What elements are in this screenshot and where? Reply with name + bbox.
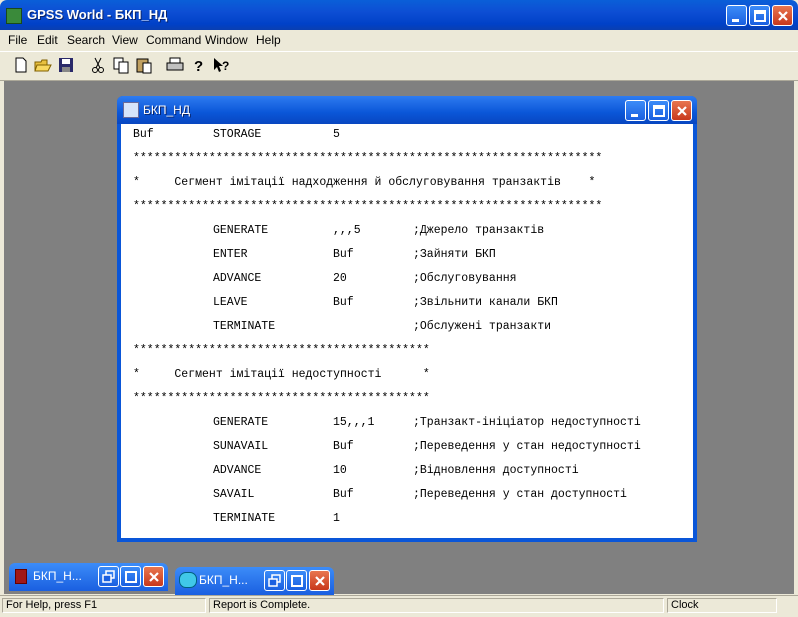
- code-operand: 5: [333, 128, 340, 141]
- minimize-button[interactable]: [726, 5, 747, 26]
- code-comment: ;Джерело транзактів: [413, 224, 545, 237]
- menu-command[interactable]: Command: [146, 33, 201, 47]
- code-operation: SUNAVAIL: [213, 440, 269, 453]
- paste-icon[interactable]: [134, 55, 154, 75]
- app-title-bar: GPSS World - БКП_НД: [0, 0, 798, 30]
- menu-edit[interactable]: Edit: [37, 33, 58, 47]
- code-comment: ;Обслуговування: [413, 272, 517, 285]
- simulation-icon: [179, 572, 197, 588]
- code-comment: ;Обслужені транзакти: [413, 320, 552, 333]
- code-operation: ADVANCE: [213, 464, 262, 477]
- code-comment: ;Переведення у стан доступності: [413, 488, 627, 501]
- context-help-icon[interactable]: ?: [211, 55, 231, 75]
- save-icon[interactable]: [56, 55, 76, 75]
- code-operation: TERMINATE: [213, 320, 276, 333]
- help-icon[interactable]: ?: [188, 55, 208, 75]
- model-window-title-bar: БКП_НД: [117, 96, 697, 124]
- code-operand: 20: [333, 272, 347, 285]
- child-close-button[interactable]: [671, 100, 692, 121]
- model-window[interactable]: БКП_НД Buf STORAGE 5 **********************…: [117, 96, 697, 542]
- menu-help[interactable]: Help: [256, 33, 281, 47]
- child-maximize-button[interactable]: [648, 100, 669, 121]
- code-line: * Сегмент імітації недоступності *: [133, 368, 430, 381]
- min2-restore-button[interactable]: [264, 570, 285, 591]
- model-window-title: БКП_НД: [143, 103, 190, 117]
- code-operand: Buf: [333, 296, 354, 309]
- code-line: ****************************************…: [133, 152, 603, 165]
- minimized-window-2[interactable]: БКП_Н...: [175, 567, 334, 595]
- code-comment: ;Звільнити канали БКП: [413, 296, 558, 309]
- child-minimize-button[interactable]: [625, 100, 646, 121]
- new-icon[interactable]: [11, 55, 31, 75]
- cut-icon[interactable]: [88, 55, 108, 75]
- code-operation: TERMINATE: [213, 512, 276, 525]
- menu-bar: File Edit Search View Command Window Hel…: [0, 30, 798, 50]
- print-icon[interactable]: [165, 55, 185, 75]
- menu-search[interactable]: Search: [67, 33, 105, 47]
- min2-maximize-button[interactable]: [286, 570, 307, 591]
- menu-window[interactable]: Window: [205, 33, 248, 47]
- menu-view[interactable]: View: [112, 33, 138, 47]
- code-operand: ,,,5: [333, 224, 361, 237]
- open-icon[interactable]: [33, 55, 53, 75]
- status-clock: Clock: [667, 598, 777, 613]
- code-line: * Сегмент імітації надходження й обслуго…: [133, 176, 596, 189]
- code-line: ****************************************…: [133, 344, 430, 357]
- code-line: ****************************************…: [133, 200, 603, 213]
- code-comment: ;Переведення у стан недоступності: [413, 440, 641, 453]
- minimized-window-1[interactable]: БКП_Н...: [9, 563, 168, 591]
- code-operation: ENTER: [213, 248, 248, 261]
- close-button[interactable]: [772, 5, 793, 26]
- model-text-editor[interactable]: Buf STORAGE 5 *****************************…: [121, 124, 693, 538]
- code-operand: 15,,,1: [333, 416, 375, 429]
- code-operand: Buf: [333, 248, 354, 261]
- code-operation: STORAGE: [213, 128, 262, 141]
- status-help-text: For Help, press F1: [2, 598, 206, 613]
- min1-maximize-button[interactable]: [120, 566, 141, 587]
- code-operation: LEAVE: [213, 296, 248, 309]
- code-operand: Buf: [333, 488, 354, 501]
- svg-text:?: ?: [222, 59, 229, 73]
- minimized-window-1-title: БКП_Н...: [33, 569, 82, 583]
- toolbar: ? ?: [0, 51, 798, 81]
- code-comment: ;Відновлення доступності: [413, 464, 579, 477]
- svg-text:?: ?: [194, 58, 203, 75]
- model-document-icon: [123, 102, 139, 118]
- code-operation: ADVANCE: [213, 272, 262, 285]
- code-operation: GENERATE: [213, 224, 269, 237]
- min1-close-button[interactable]: [143, 566, 164, 587]
- code-operand: 1: [333, 512, 340, 525]
- min1-restore-button[interactable]: [98, 566, 119, 587]
- code-comment: ;Зайняти БКП: [413, 248, 496, 261]
- code-label: Buf: [133, 128, 154, 141]
- menu-file[interactable]: File: [8, 33, 27, 47]
- code-operand: Buf: [333, 440, 354, 453]
- code-operation: SAVAIL: [213, 488, 255, 501]
- code-operand: 10: [333, 464, 347, 477]
- gpss-app-icon: [6, 8, 22, 24]
- minimized-window-2-title: БКП_Н...: [199, 573, 248, 587]
- status-bar: For Help, press F1 Report is Complete. C…: [0, 595, 798, 617]
- app-title: GPSS World - БКП_НД: [27, 7, 168, 22]
- min2-close-button[interactable]: [309, 570, 330, 591]
- code-operation: GENERATE: [213, 416, 269, 429]
- copy-icon[interactable]: [111, 55, 131, 75]
- report-icon: [15, 569, 27, 584]
- status-message: Report is Complete.: [209, 598, 664, 613]
- code-comment: ;Транзакт-ініціатор недоступності: [413, 416, 641, 429]
- code-line: ****************************************…: [133, 392, 430, 405]
- maximize-button[interactable]: [749, 5, 770, 26]
